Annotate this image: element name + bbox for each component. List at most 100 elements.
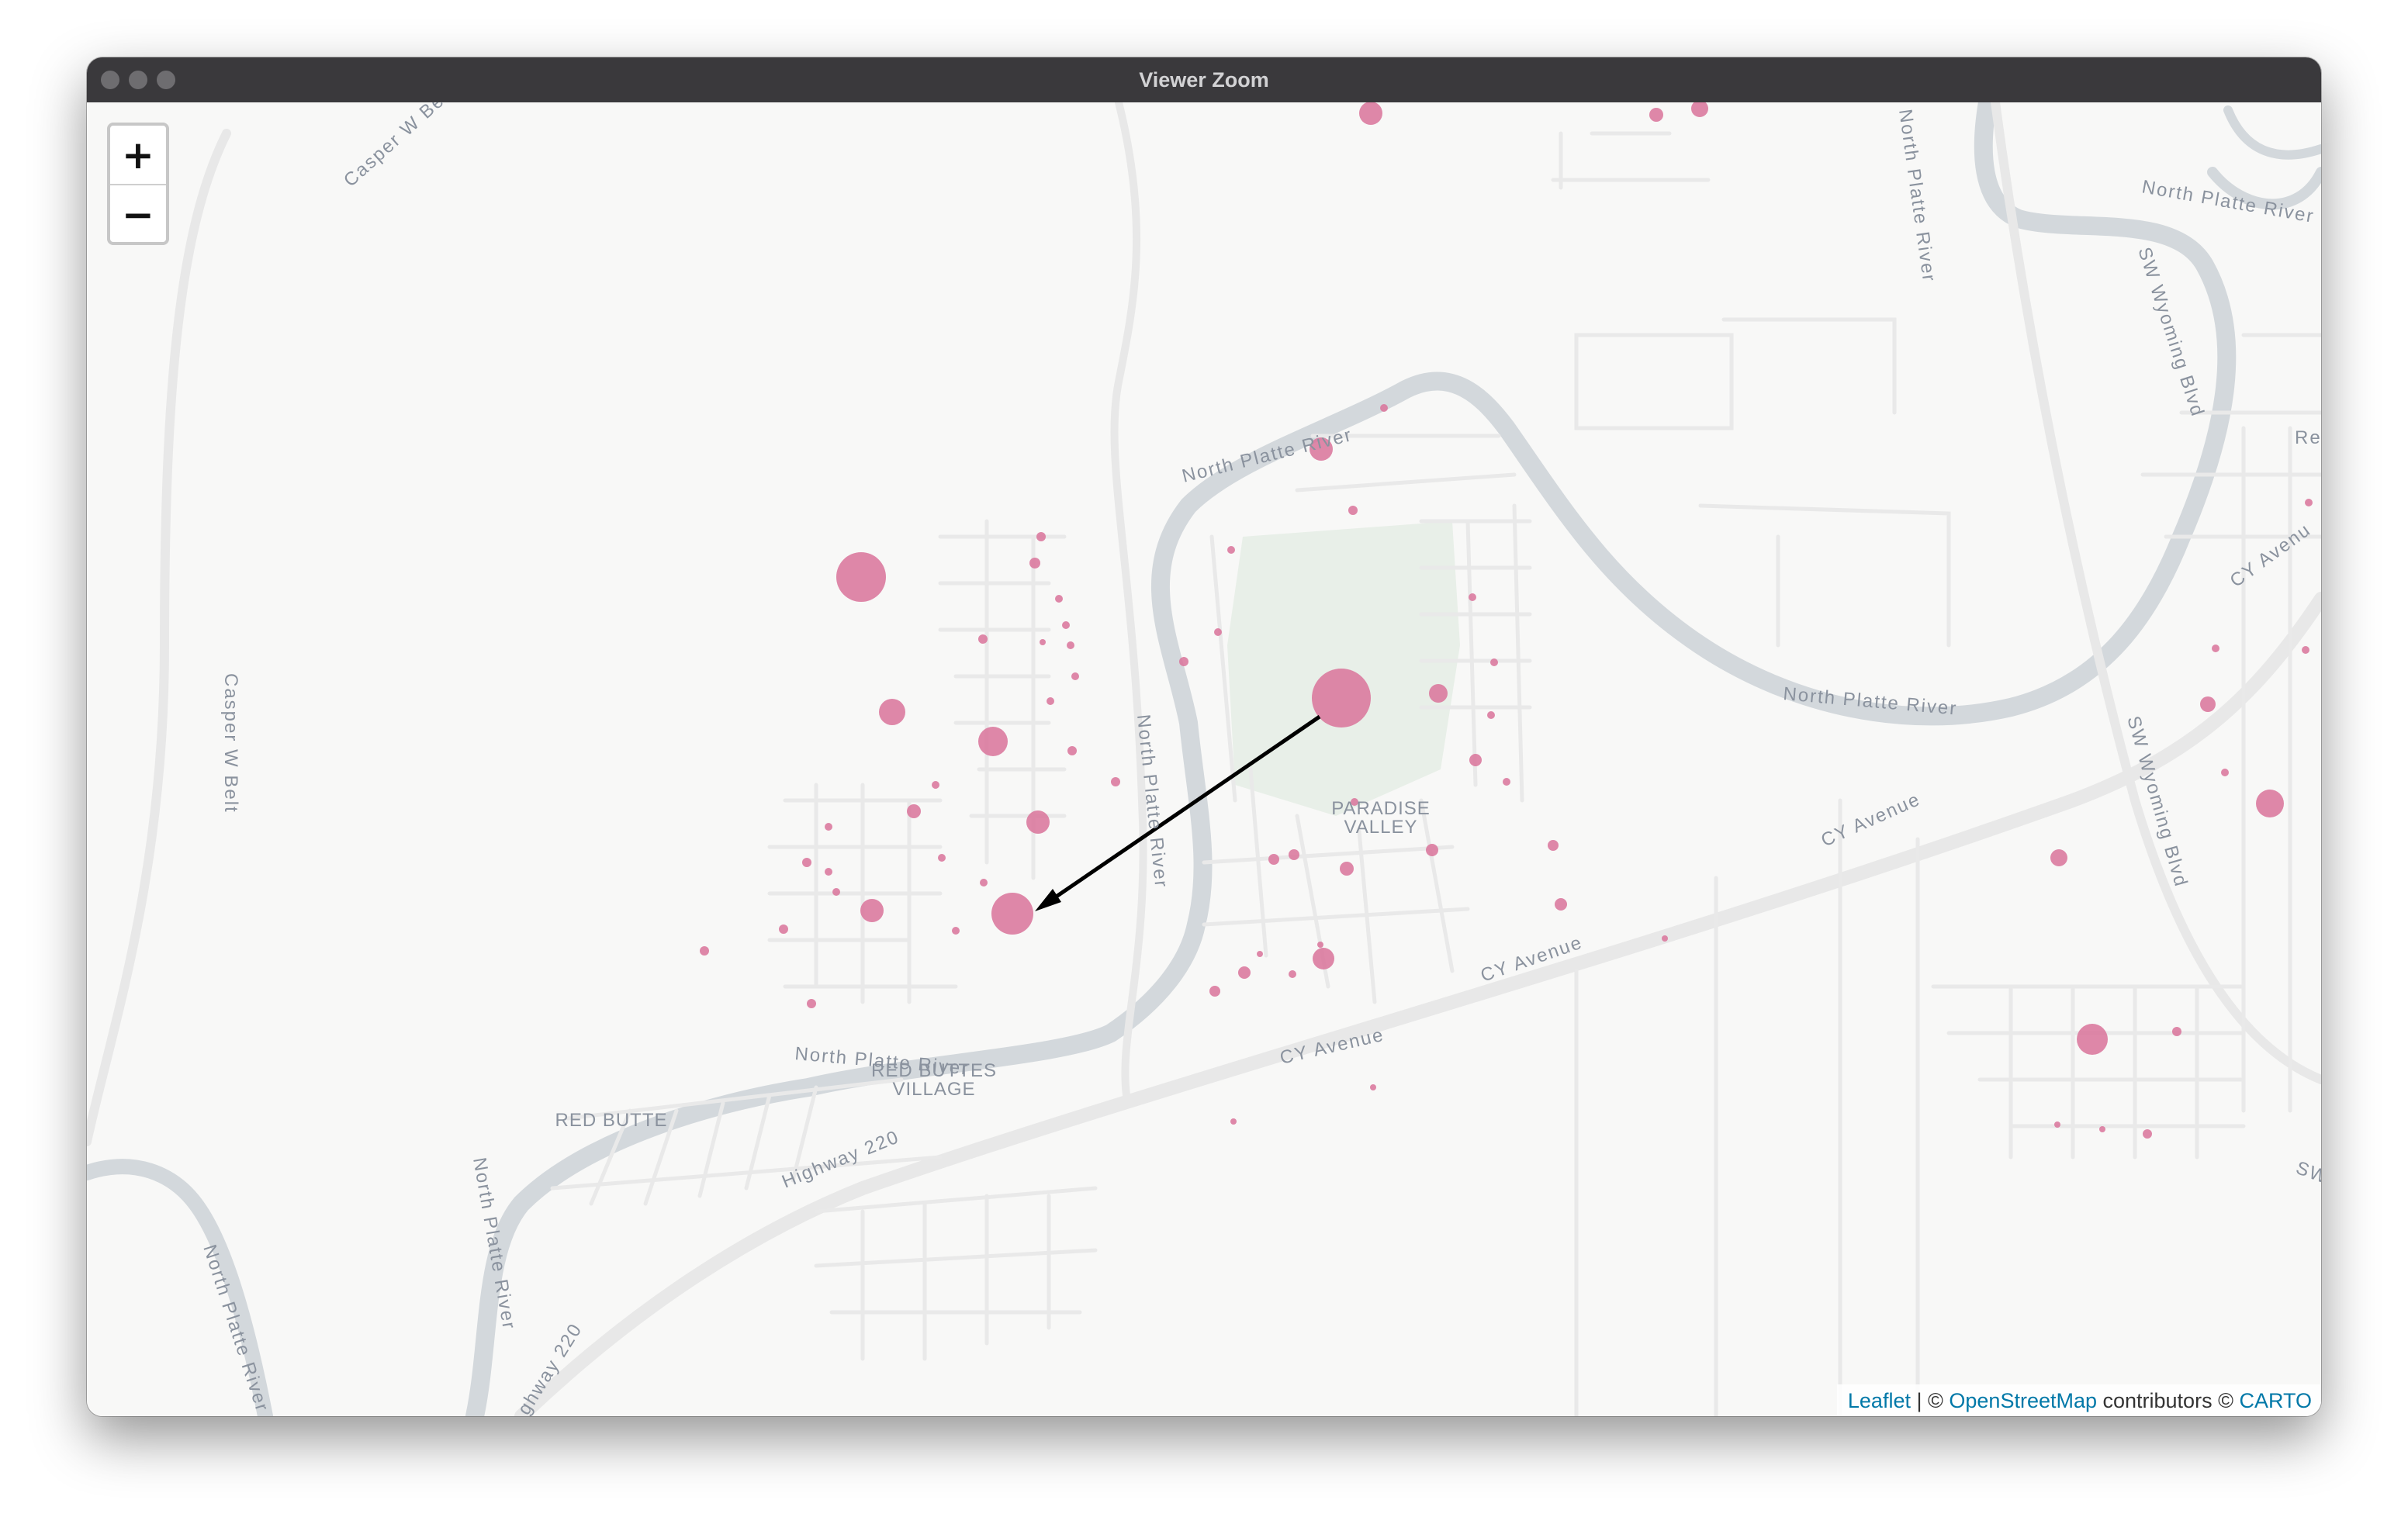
zoom-control: + − [107,123,169,245]
label-cy-avenue: CY Avenue [1818,789,1923,851]
map-marker[interactable] [825,868,832,876]
map-marker[interactable] [932,781,939,789]
map-marker[interactable] [1055,595,1063,603]
map-marker[interactable] [2302,646,2309,654]
map-marker[interactable] [1047,697,1054,705]
label-sw-wyoming-blvd: SW Wyoming Blvd [2133,245,2208,420]
label-re: Re [2295,427,2321,448]
map-marker[interactable] [1469,754,1482,766]
map-marker[interactable] [2143,1129,2152,1139]
map-marker[interactable] [2212,645,2219,652]
map-marker[interactable] [1691,102,1708,117]
map-marker[interactable] [1179,657,1188,666]
attribution-separator: | © [1910,1389,1950,1412]
map-marker[interactable] [1227,546,1235,554]
map-marker[interactable] [1238,966,1251,979]
map-marker[interactable] [1067,641,1074,649]
label-north-platte-river: North Platte River [1894,108,1939,284]
label-red-buttes-village: VILLAGE [892,1079,975,1100]
map-marker[interactable] [1026,810,1050,834]
map-marker[interactable] [1469,593,1476,601]
north-platte-river [87,102,2321,1416]
map-marker[interactable] [1257,951,1263,957]
map-marker[interactable] [978,634,988,644]
map-attribution: Leaflet | © OpenStreetMap contributors ©… [1836,1384,2321,1416]
map-marker[interactable] [1555,898,1567,911]
golf-course-park [1227,521,1460,816]
leaflet-link[interactable]: Leaflet [1848,1389,1911,1412]
marker-west-neighborhood[interactable] [991,893,1033,935]
map-marker[interactable] [1340,862,1354,876]
map-marker[interactable] [980,879,988,886]
map-marker[interactable] [938,854,946,862]
map-marker[interactable] [2256,790,2284,817]
map-marker[interactable] [1348,506,1358,515]
map-marker[interactable] [1071,672,1079,680]
label-red-butte: RED BUTTE [555,1110,667,1131]
map-marker[interactable] [1036,532,1046,541]
map-marker[interactable] [1062,621,1070,629]
map-marker[interactable] [832,888,840,896]
map-marker[interactable] [1313,948,1334,969]
map-marker[interactable] [1111,777,1120,786]
map-marker[interactable] [2172,1027,2181,1036]
map-marker[interactable] [1040,639,1046,645]
map-marker[interactable] [1490,658,1498,666]
map-marker[interactable] [1487,711,1495,719]
map-marker[interactable] [700,946,709,956]
label-sw: SW [2293,1157,2321,1188]
map-marker[interactable] [1649,108,1663,122]
map-marker[interactable] [807,999,816,1008]
map-marker[interactable] [1067,746,1077,755]
map-marker[interactable] [860,899,884,922]
marker-large-west[interactable] [836,552,886,602]
map-marker[interactable] [2077,1024,2108,1055]
openstreetmap-link[interactable]: OpenStreetMap [1949,1389,2097,1412]
zoom-out-button[interactable]: − [110,184,166,242]
map-viewport[interactable]: PARADISE VALLEY RED BUTTES VILLAGE RED B… [87,102,2321,1416]
map-marker[interactable] [1503,778,1510,786]
map-marker[interactable] [2200,696,2216,712]
map-marker[interactable] [1370,1084,1376,1090]
minor-roads [550,131,2321,1416]
label-paradise-valley: PARADISE [1331,798,1431,819]
zoom-in-button[interactable]: + [110,126,166,184]
map-marker[interactable] [907,804,921,818]
map-marker[interactable] [1268,854,1279,865]
map-marker[interactable] [1548,840,1559,851]
large-marker-paradise-valley[interactable] [1312,669,1371,727]
map-marker[interactable] [2305,499,2313,506]
map-marker[interactable] [802,858,811,867]
map-marker[interactable] [2099,1126,2105,1132]
major-roads [87,102,2321,1416]
map-marker[interactable] [2050,849,2067,866]
map-marker[interactable] [1426,844,1438,856]
map-marker[interactable] [2221,769,2229,776]
label-casper-w-belt: Casper W Belt [340,102,458,191]
map-marker[interactable] [1209,986,1220,997]
map-marker[interactable] [1429,684,1448,703]
arrowhead-icon [1035,889,1061,911]
map-marker[interactable] [779,924,788,934]
map-marker[interactable] [825,823,832,831]
map-marker[interactable] [1380,404,1388,412]
map-marker[interactable] [879,699,905,725]
label-casper-w-belt: Casper W Belt [220,673,241,814]
map-marker[interactable] [1029,558,1040,569]
map-marker[interactable] [978,727,1008,756]
carto-link[interactable]: CARTO [2239,1389,2312,1412]
map-marker[interactable] [1359,102,1382,125]
label-paradise-valley: VALLEY [1344,817,1418,838]
title-bar: Viewer Zoom [87,57,2321,102]
label-cy-avenue: CY Avenu [2226,519,2315,591]
map-marker[interactable] [1214,628,1222,636]
basemap: PARADISE VALLEY RED BUTTES VILLAGE RED B… [87,102,2321,1416]
map-marker[interactable] [1662,935,1668,942]
map-marker[interactable] [1289,849,1299,860]
map-marker[interactable] [1230,1118,1237,1125]
map-marker[interactable] [1289,970,1296,978]
label-cy-avenue: CY Avenue [1278,1025,1386,1069]
map-marker[interactable] [952,927,960,935]
map-marker[interactable] [1317,942,1323,948]
map-marker[interactable] [2054,1121,2060,1128]
